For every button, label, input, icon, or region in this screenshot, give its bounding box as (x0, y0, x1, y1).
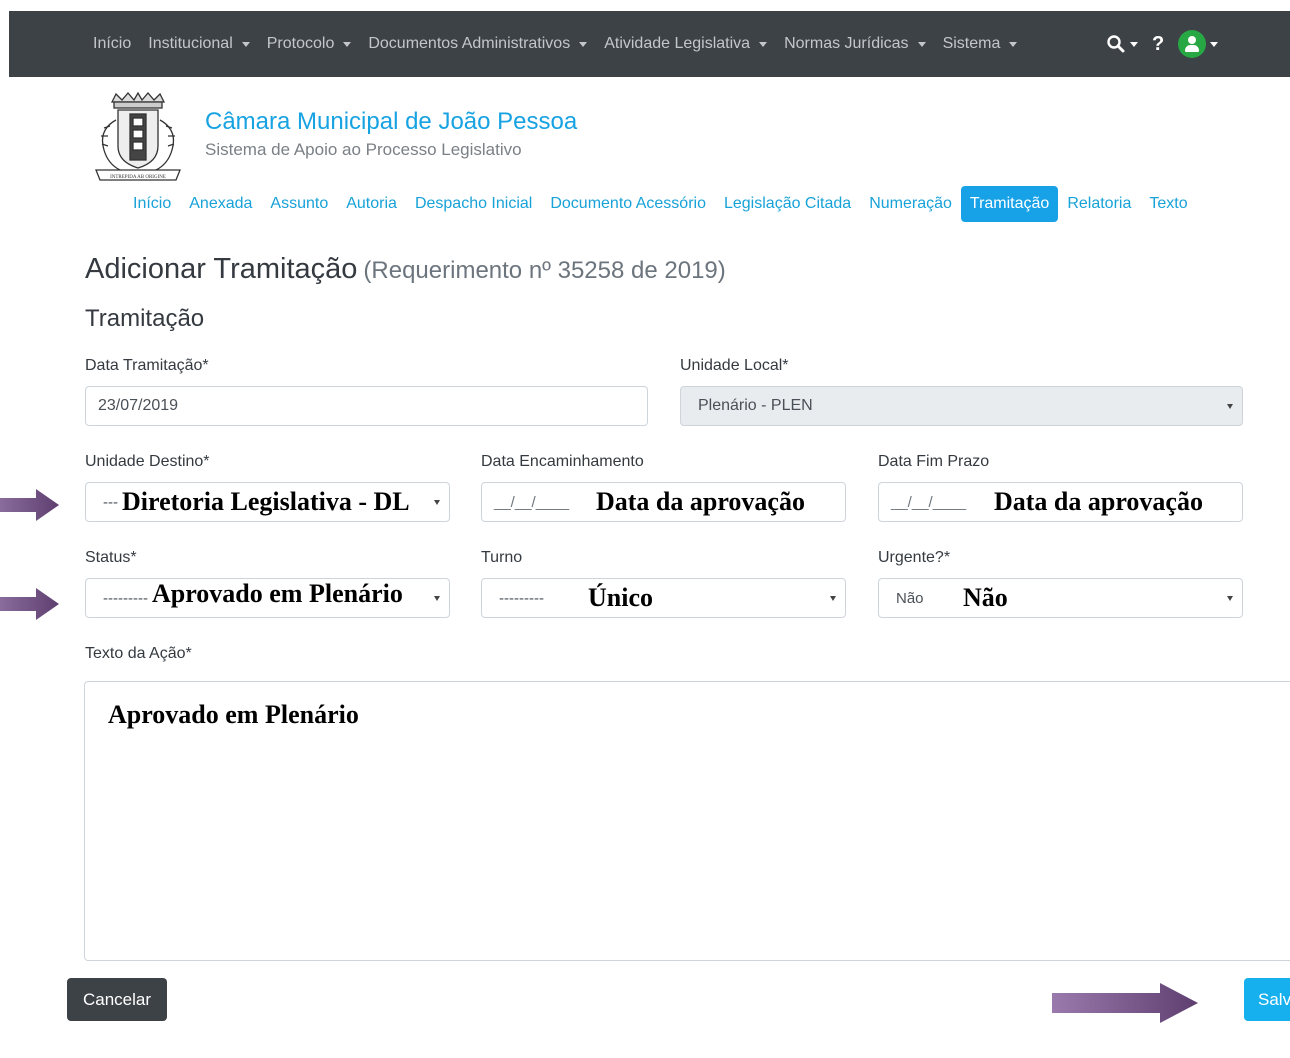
tab-autoria[interactable]: Autoria (337, 186, 406, 222)
tab-texto[interactable]: Texto (1140, 186, 1196, 222)
menu-sistema[interactable]: Sistema (943, 35, 1018, 53)
menu-atividade-legislativa[interactable]: Atividade Legislativa (604, 35, 768, 53)
turno-select[interactable]: --------- Único (481, 578, 846, 618)
search-dropdown[interactable] (1106, 34, 1138, 54)
tab-relatoria[interactable]: Relatoria (1058, 186, 1140, 222)
data-tramitacao-input[interactable]: 23/07/2019 (85, 386, 648, 426)
tab-tramitacao[interactable]: Tramitação (960, 186, 1059, 222)
help-icon: ? (1152, 32, 1165, 55)
texto-acao-textarea[interactable]: Aprovado em Plenário (84, 681, 1290, 961)
caret-down-icon (917, 41, 926, 47)
save-button[interactable]: Salvar (1244, 978, 1290, 1021)
top-navbar: Início Institucional Protocolo Documento… (9, 11, 1290, 77)
annotation-data-encaminhamento: Data da aprovação (596, 487, 805, 516)
urgente-label: Urgente?* (878, 549, 951, 566)
data-fim-prazo-label: Data Fim Prazo (878, 453, 990, 470)
materia-tabs: Início Anexada Assunto Autoria Despacho … (124, 186, 1197, 222)
tab-documento-acessorio[interactable]: Documento Acessório (541, 186, 715, 222)
user-menu[interactable] (1178, 30, 1219, 58)
data-fim-prazo-input[interactable]: __/__/____ Data da aprovação (878, 482, 1243, 522)
caret-down-icon (1130, 41, 1138, 47)
caret-down-icon (579, 41, 588, 47)
status-select[interactable]: --------- Aprovado em Plenário (85, 578, 450, 618)
select-arrow-icon (830, 596, 836, 601)
annotation-arrow-icon (0, 489, 59, 521)
menu-inicio[interactable]: Início (93, 35, 131, 53)
tab-anexada[interactable]: Anexada (180, 186, 261, 222)
caret-down-icon (343, 41, 352, 47)
annotation-arrow-icon (0, 588, 59, 620)
search-icon (1107, 35, 1125, 53)
main-menu: Início Institucional Protocolo Documento… (93, 11, 1034, 77)
turno-label: Turno (481, 549, 523, 566)
unidade-destino-select[interactable]: --- Diretoria Legislativa - DL (85, 482, 450, 522)
annotation-data-fim-prazo: Data da aprovação (994, 487, 1203, 516)
tab-assunto[interactable]: Assunto (261, 186, 337, 222)
unidade-local-select[interactable]: Plenário - PLEN (680, 386, 1243, 426)
site-subtitle: Sistema de Apoio ao Processo Legislativo (205, 140, 522, 159)
status-label: Status* (85, 549, 137, 566)
page-title: Adicionar Tramitação (Requerimento nº 352… (85, 253, 726, 285)
annotation-status: Aprovado em Plenário (152, 579, 403, 608)
user-icon (1178, 30, 1207, 58)
help-button[interactable]: ? (1152, 33, 1164, 56)
data-encaminhamento-label: Data Encaminhamento (481, 453, 644, 470)
select-arrow-icon (1227, 596, 1233, 601)
toolbar-right: ? (1106, 11, 1232, 77)
tab-despacho-inicial[interactable]: Despacho Inicial (406, 186, 541, 222)
annotation-texto-acao: Aprovado em Plenário (108, 700, 359, 729)
caret-down-icon (1210, 41, 1219, 47)
cancel-button[interactable]: Cancelar (67, 978, 167, 1021)
tab-inicio[interactable]: Início (124, 186, 180, 222)
tab-legislacao-citada[interactable]: Legislação Citada (715, 186, 860, 222)
menu-protocolo[interactable]: Protocolo (267, 35, 352, 53)
texto-acao-label: Texto da Ação* (85, 645, 192, 662)
section-title: Tramitação (85, 305, 205, 332)
tab-numeracao[interactable]: Numeração (860, 186, 961, 222)
caret-down-icon (241, 41, 250, 47)
unidade-local-label: Unidade Local* (680, 357, 789, 374)
data-encaminhamento-input[interactable]: __/__/____ Data da aprovação (481, 482, 846, 522)
select-arrow-icon (434, 500, 440, 505)
coat-of-arms-logo: INTREPIDA AB ORIGINE (95, 91, 181, 181)
select-arrow-icon (434, 596, 440, 601)
annotation-turno: Único (588, 583, 653, 612)
annotation-urgente: Não (963, 583, 1008, 612)
menu-institucional[interactable]: Institucional (148, 35, 250, 53)
menu-documentos-administrativos[interactable]: Documentos Administrativos (368, 35, 588, 53)
svg-text:INTREPIDA AB ORIGINE: INTREPIDA AB ORIGINE (110, 175, 166, 180)
annotation-unidade-destino: Diretoria Legislativa - DL (122, 487, 410, 516)
annotation-arrow-icon (1052, 983, 1198, 1023)
urgente-select[interactable]: Não Não (878, 578, 1243, 618)
select-arrow-icon (1227, 404, 1233, 409)
caret-down-icon (759, 41, 768, 47)
menu-normas-juridicas[interactable]: Normas Jurídicas (784, 35, 926, 53)
page-subtitle: (Requerimento nº 35258 de 2019) (363, 257, 726, 284)
data-tramitacao-label: Data Tramitação* (85, 357, 209, 374)
unidade-destino-label: Unidade Destino* (85, 453, 210, 470)
site-title[interactable]: Câmara Municipal de João Pessoa (205, 108, 577, 136)
caret-down-icon (1009, 41, 1018, 47)
